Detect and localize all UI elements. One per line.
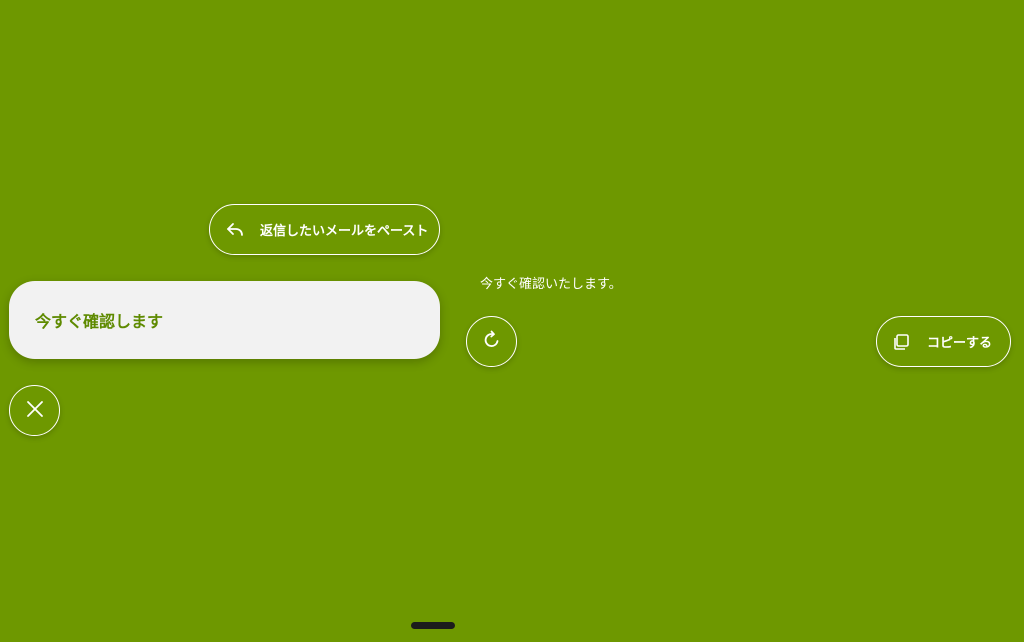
result-text: 今すぐ確認いたします。	[480, 277, 622, 292]
copy-label: コピーする	[927, 336, 993, 351]
home-indicator[interactable]	[411, 622, 455, 629]
reply-icon	[224, 219, 246, 241]
refresh-icon	[482, 330, 502, 354]
copy-button[interactable]: コピーする	[876, 316, 1011, 367]
close-icon	[26, 400, 44, 422]
copy-icon	[891, 332, 911, 352]
regenerate-button[interactable]	[466, 316, 517, 367]
text-input[interactable]: 今すぐ確認します	[9, 281, 440, 359]
close-button[interactable]	[9, 385, 60, 436]
paste-email-label: 返信したいメールをペースト	[260, 224, 429, 239]
paste-email-button[interactable]: 返信したいメールをペースト	[209, 204, 440, 255]
text-input-value: 今すぐ確認します	[35, 312, 164, 331]
